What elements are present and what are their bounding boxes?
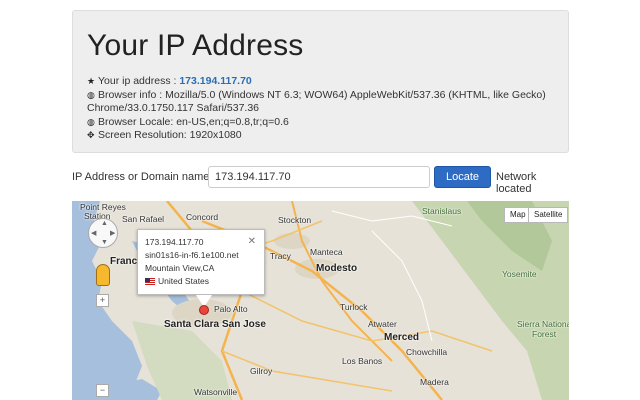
pan-left-icon: ◀ xyxy=(91,230,97,237)
ip-domain-label: IP Address or Domain name : xyxy=(72,171,216,183)
locate-form: IP Address or Domain name : Locate Netwo… xyxy=(72,166,572,195)
locate-button[interactable]: Locate xyxy=(434,166,491,188)
ip-info-panel: Your IP Address ★ Your ip address : 173.1… xyxy=(72,10,569,153)
map-label-san-rafael: San Rafael xyxy=(122,214,165,224)
ip-address-row: ★ Your ip address : 173.194.117.70 xyxy=(87,75,557,89)
star-icon: ★ xyxy=(87,76,96,86)
pan-up-icon: ▲ xyxy=(101,220,108,227)
map-label-merced: Merced xyxy=(384,332,420,343)
ip-label: Your ip address : xyxy=(98,75,180,87)
zoom-out-button[interactable]: − xyxy=(96,384,109,397)
map-label-forest: Forest xyxy=(532,329,557,339)
browser-info: Browser info : Mozilla/5.0 (Windows NT 6… xyxy=(87,88,546,115)
map-label-yosemite: Yosemite xyxy=(502,269,537,279)
map-label-francisco: Franci xyxy=(110,256,141,267)
ip-value: 173.194.117.70 xyxy=(179,75,252,87)
screen-resolution-row: ✥ Screen Resolution: 1920x1080 xyxy=(87,129,557,143)
page-title: Your IP Address xyxy=(87,29,304,62)
location-marker-icon[interactable] xyxy=(199,305,209,315)
map-label-watsonville: Watsonville xyxy=(194,387,238,397)
globe-icon: ◍ xyxy=(87,89,95,100)
map-label-los-banos: Los Banos xyxy=(342,356,383,366)
map-label-manteca: Manteca xyxy=(310,247,343,257)
browser-locale-row: ◍ Browser Locale: en-US,en;q=0.8,tr;q=0.6 xyxy=(87,116,557,130)
ip-domain-input[interactable] xyxy=(208,166,430,188)
map-label-atwater: Atwater xyxy=(368,319,397,329)
map-label-madera: Madera xyxy=(420,377,449,387)
popup-location: Mountain View,CA xyxy=(145,263,215,273)
map-label-chowchilla: Chowchilla xyxy=(406,347,448,357)
ip-details: ★ Your ip address : 173.194.117.70 ◍ Brows… xyxy=(87,75,557,143)
zoom-in-button[interactable]: + xyxy=(96,294,109,307)
map-label-tracy: Tracy xyxy=(270,251,291,261)
map-label-stanislaus: Stanislaus xyxy=(422,206,462,216)
map-label-turlock: Turlock xyxy=(340,302,368,312)
street-view-pegman-icon[interactable] xyxy=(96,264,110,286)
expand-icon: ✥ xyxy=(87,130,95,141)
map-label-san-jose: San Jose xyxy=(222,319,266,330)
pan-control[interactable]: ▲ ▼ ◀ ▶ xyxy=(88,218,118,248)
popup-host: sin01s16-in-f6.1e100.net xyxy=(145,250,239,260)
map-label-concord: Concord xyxy=(186,212,219,222)
map-label-stockton: Stockton xyxy=(278,215,312,225)
popup-country-row: United States xyxy=(145,275,257,288)
status-text: Network located xyxy=(496,171,537,195)
map-label-sierra-national: Sierra National xyxy=(517,319,569,329)
browser-info-row: ◍ Browser info : Mozilla/5.0 (Windows NT … xyxy=(87,89,557,116)
map-label-modesto: Modesto xyxy=(316,263,358,274)
popup-country: United States xyxy=(158,276,210,286)
map-view[interactable]: Point Reyes Station San Rafael Concord S… xyxy=(72,201,569,400)
popup-ip: 173.194.117.70 xyxy=(145,237,204,247)
pan-right-icon: ▶ xyxy=(110,230,116,237)
pan-down-icon: ▼ xyxy=(101,239,108,246)
close-icon[interactable]: ✕ xyxy=(248,235,256,248)
map-label-palo-alto: Palo Alto xyxy=(214,304,248,314)
map-label-santa-clara: Santa Clara xyxy=(164,319,220,330)
screen-resolution: Screen Resolution: 1920x1080 xyxy=(98,129,242,142)
info-window: ✕ 173.194.117.70 sin01s16-in-f6.1e100.ne… xyxy=(137,229,265,295)
us-flag-icon xyxy=(145,278,155,285)
globe-icon: ◍ xyxy=(87,116,95,127)
map-label-gilroy: Gilroy xyxy=(250,366,273,376)
browser-locale: Browser Locale: en-US,en;q=0.8,tr;q=0.6 xyxy=(98,115,289,128)
map-type-satellite-button[interactable]: Satellite xyxy=(528,207,569,223)
